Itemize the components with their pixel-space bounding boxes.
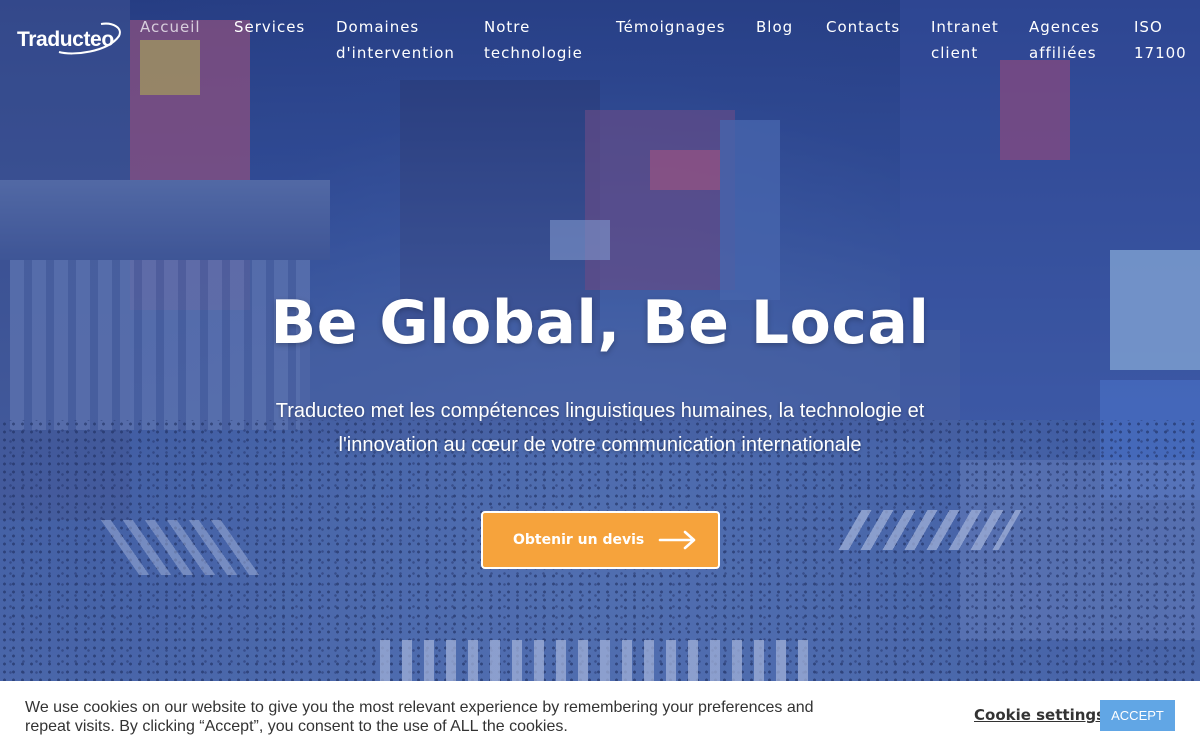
nav-item-blog[interactable]: Blog bbox=[756, 14, 793, 40]
cookie-consent-bar: We use cookies on our website to give yo… bbox=[0, 681, 1200, 750]
nav-item-iso[interactable]: ISO 17100 bbox=[1134, 14, 1194, 66]
nav-item-domaines[interactable]: Domaines d'intervention bbox=[336, 14, 466, 66]
hero-subtitle: Traducteo met les compétences linguistiq… bbox=[275, 400, 925, 456]
get-quote-button[interactable]: Obtenir un devis bbox=[481, 511, 720, 569]
cookie-message: We use cookies on our website to give yo… bbox=[25, 699, 814, 735]
nav-item-intranet[interactable]: Intranet client bbox=[931, 14, 1011, 66]
cookie-settings-link[interactable]: Cookie settings bbox=[974, 706, 1105, 724]
nav-item-contacts[interactable]: Contacts bbox=[826, 14, 900, 40]
hero-title: Be Global, Be Local bbox=[270, 288, 930, 358]
get-quote-label: Obtenir un devis bbox=[513, 532, 645, 548]
nav-item-temoignages[interactable]: Témoignages bbox=[616, 14, 726, 40]
nav-item-services[interactable]: Services bbox=[234, 14, 305, 40]
logo-swoosh-icon bbox=[58, 22, 121, 55]
hero-background bbox=[0, 0, 1200, 750]
arrow-right-icon bbox=[658, 530, 696, 550]
site-logo[interactable]: Traducteo bbox=[17, 22, 123, 56]
nav-item-accueil[interactable]: Accueil bbox=[140, 14, 201, 40]
site-header: Traducteo Accueil Services Domaines d'in… bbox=[0, 0, 1200, 80]
accept-cookies-button[interactable]: ACCEPT bbox=[1100, 700, 1175, 731]
nav-item-agences[interactable]: Agences affiliées bbox=[1029, 14, 1109, 66]
nav-item-technologie[interactable]: Notre technologie bbox=[484, 14, 594, 66]
